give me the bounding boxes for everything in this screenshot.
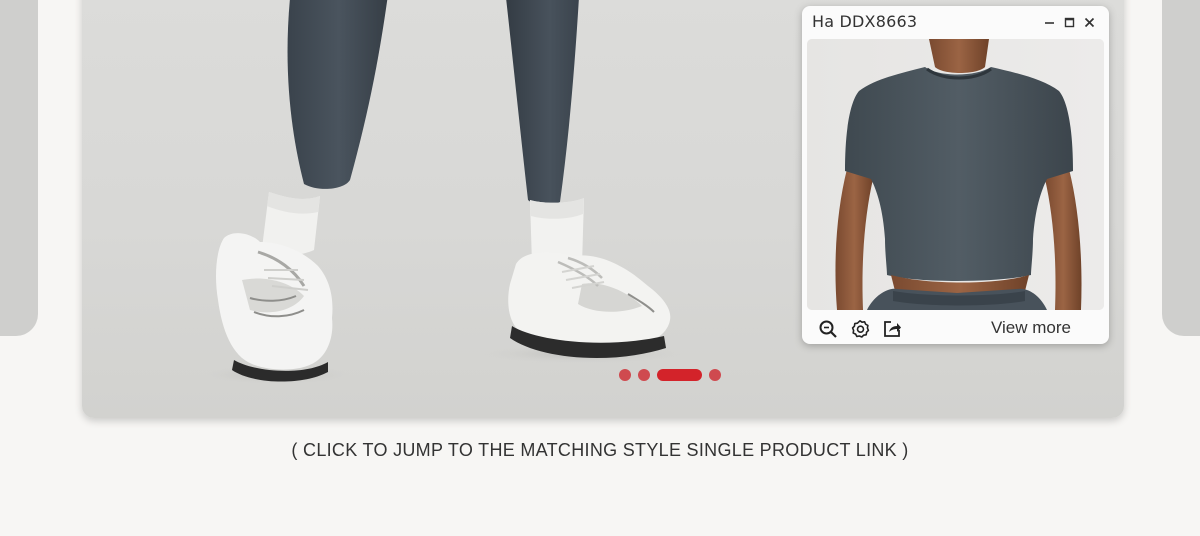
product-popup: Ha DDX8663 View more: [802, 6, 1109, 344]
tshirt-photo: [807, 39, 1104, 310]
maximize-icon[interactable]: [1063, 15, 1075, 29]
previous-slide[interactable]: [0, 0, 38, 336]
carousel-dot[interactable]: [638, 369, 650, 381]
share-icon[interactable]: [882, 319, 902, 339]
minimize-icon[interactable]: [1043, 15, 1055, 29]
popup-title: Ha DDX8663: [812, 12, 918, 31]
carousel-dots: [619, 369, 721, 381]
product-thumbnail[interactable]: [807, 39, 1104, 310]
next-slide[interactable]: [1162, 0, 1200, 336]
zoom-icon[interactable]: [818, 319, 838, 339]
popup-toolbar: [818, 319, 902, 339]
page: Ha DDX8663 View more (CLICK TO JUMP TO …: [0, 0, 1200, 536]
close-icon[interactable]: [1083, 15, 1095, 29]
carousel-dot[interactable]: [709, 369, 721, 381]
jump-link-caption[interactable]: ( CLICK TO JUMP TO THE MATCHING STYLE SI…: [0, 440, 1200, 461]
carousel-dot-active[interactable]: [657, 369, 702, 381]
view-more-link[interactable]: View more: [991, 318, 1071, 338]
carousel-dot[interactable]: [619, 369, 631, 381]
window-controls: [1043, 12, 1095, 32]
settings-icon[interactable]: [850, 319, 870, 339]
